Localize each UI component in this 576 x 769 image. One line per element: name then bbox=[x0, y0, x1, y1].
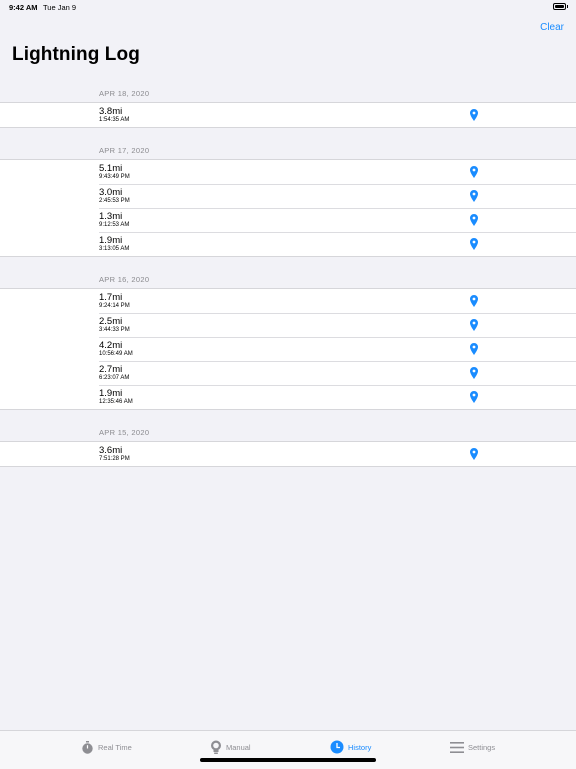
tab-label: Real Time bbox=[98, 742, 132, 752]
map-pin-icon[interactable] bbox=[470, 448, 478, 460]
status-date: Tue Jan 9 bbox=[43, 3, 77, 12]
section-header: APR 16, 2020 bbox=[99, 275, 150, 284]
section-header: APR 15, 2020 bbox=[99, 428, 150, 437]
strike-distance: 4.2mi bbox=[99, 340, 123, 351]
strike-time: 9:24:14 PM bbox=[99, 303, 130, 309]
map-pin-icon[interactable] bbox=[470, 190, 478, 202]
tab-label: Settings bbox=[468, 742, 496, 752]
clear-button[interactable]: Clear bbox=[540, 22, 564, 33]
map-pin-icon[interactable] bbox=[470, 295, 478, 307]
strike-distance: 5.1mi bbox=[99, 163, 123, 174]
list-item[interactable]: 3.8mi 1:54:35 AM bbox=[0, 103, 576, 127]
tab-real-time[interactable]: Real Time bbox=[81, 738, 132, 756]
strike-time: 3:13:05 AM bbox=[99, 246, 130, 252]
strike-time: 9:43:49 PM bbox=[99, 174, 130, 180]
strike-distance: 3.0mi bbox=[99, 187, 123, 198]
strike-time: 6:23:07 AM bbox=[99, 375, 130, 381]
lightbulb-icon bbox=[211, 740, 221, 754]
clock-icon bbox=[330, 740, 344, 754]
strike-distance: 1.9mi bbox=[99, 388, 123, 399]
strike-time: 3:44:33 PM bbox=[99, 327, 130, 333]
section-header: APR 18, 2020 bbox=[99, 89, 150, 98]
section-body: 1.7mi 9:24:14 PM 2.5mi 3:44:33 PM 4.2mi … bbox=[0, 288, 576, 410]
status-bar: 9:42 AM Tue Jan 9 bbox=[0, 0, 576, 14]
section-body: 3.6mi 7:51:28 PM bbox=[0, 441, 576, 467]
list-item[interactable]: 3.6mi 7:51:28 PM bbox=[0, 442, 576, 466]
strike-distance: 1.7mi bbox=[99, 292, 123, 303]
strike-time: 9:12:53 AM bbox=[99, 222, 130, 228]
list-item[interactable]: 1.9mi 12:35:46 AM bbox=[0, 385, 576, 409]
page-title: Lightning Log bbox=[12, 44, 140, 65]
map-pin-icon[interactable] bbox=[470, 214, 478, 226]
list-item[interactable]: 2.5mi 3:44:33 PM bbox=[0, 313, 576, 337]
strike-time: 2:45:53 PM bbox=[99, 198, 130, 204]
stopwatch-icon bbox=[82, 740, 93, 754]
strike-time: 7:51:28 PM bbox=[99, 456, 130, 462]
battery-icon bbox=[553, 3, 568, 10]
map-pin-icon[interactable] bbox=[470, 391, 478, 403]
strike-distance: 1.3mi bbox=[99, 211, 123, 222]
list-item[interactable]: 1.3mi 9:12:53 AM bbox=[0, 208, 576, 232]
home-indicator[interactable] bbox=[200, 758, 376, 762]
strike-time: 12:35:46 AM bbox=[99, 399, 133, 405]
map-pin-icon[interactable] bbox=[470, 109, 478, 121]
status-time: 9:42 AM bbox=[9, 3, 38, 12]
list-icon bbox=[450, 741, 464, 753]
list-item[interactable]: 4.2mi 10:56:49 AM bbox=[0, 337, 576, 361]
strike-distance: 3.8mi bbox=[99, 106, 123, 117]
tab-history[interactable]: History bbox=[330, 738, 371, 756]
map-pin-icon[interactable] bbox=[470, 166, 478, 178]
history-list: APR 18, 2020 3.8mi 1:54:35 AM APR 17, 20… bbox=[0, 86, 576, 467]
section-body: 3.8mi 1:54:35 AM bbox=[0, 102, 576, 128]
strike-distance: 3.6mi bbox=[99, 445, 123, 456]
section-body: 5.1mi 9:43:49 PM 3.0mi 2:45:53 PM 1.3mi … bbox=[0, 159, 576, 257]
strike-distance: 2.5mi bbox=[99, 316, 123, 327]
tab-label: History bbox=[348, 742, 372, 752]
map-pin-icon[interactable] bbox=[470, 238, 478, 250]
tab-bar: Real Time Manual History Settings bbox=[0, 730, 576, 769]
strike-distance: 2.7mi bbox=[99, 364, 123, 375]
list-item[interactable]: 5.1mi 9:43:49 PM bbox=[0, 160, 576, 184]
list-item[interactable]: 3.0mi 2:45:53 PM bbox=[0, 184, 576, 208]
tab-manual[interactable]: Manual bbox=[210, 738, 251, 756]
map-pin-icon[interactable] bbox=[470, 343, 478, 355]
strike-time: 10:56:49 AM bbox=[99, 351, 133, 357]
strike-distance: 1.9mi bbox=[99, 235, 123, 246]
list-item[interactable]: 2.7mi 6:23:07 AM bbox=[0, 361, 576, 385]
list-item[interactable]: 1.9mi 3:13:05 AM bbox=[0, 232, 576, 256]
map-pin-icon[interactable] bbox=[470, 367, 478, 379]
tab-label: Manual bbox=[226, 742, 251, 752]
map-pin-icon[interactable] bbox=[470, 319, 478, 331]
strike-time: 1:54:35 AM bbox=[99, 117, 130, 123]
tab-settings[interactable]: Settings bbox=[450, 738, 495, 756]
list-item[interactable]: 1.7mi 9:24:14 PM bbox=[0, 289, 576, 313]
section-header: APR 17, 2020 bbox=[99, 146, 150, 155]
